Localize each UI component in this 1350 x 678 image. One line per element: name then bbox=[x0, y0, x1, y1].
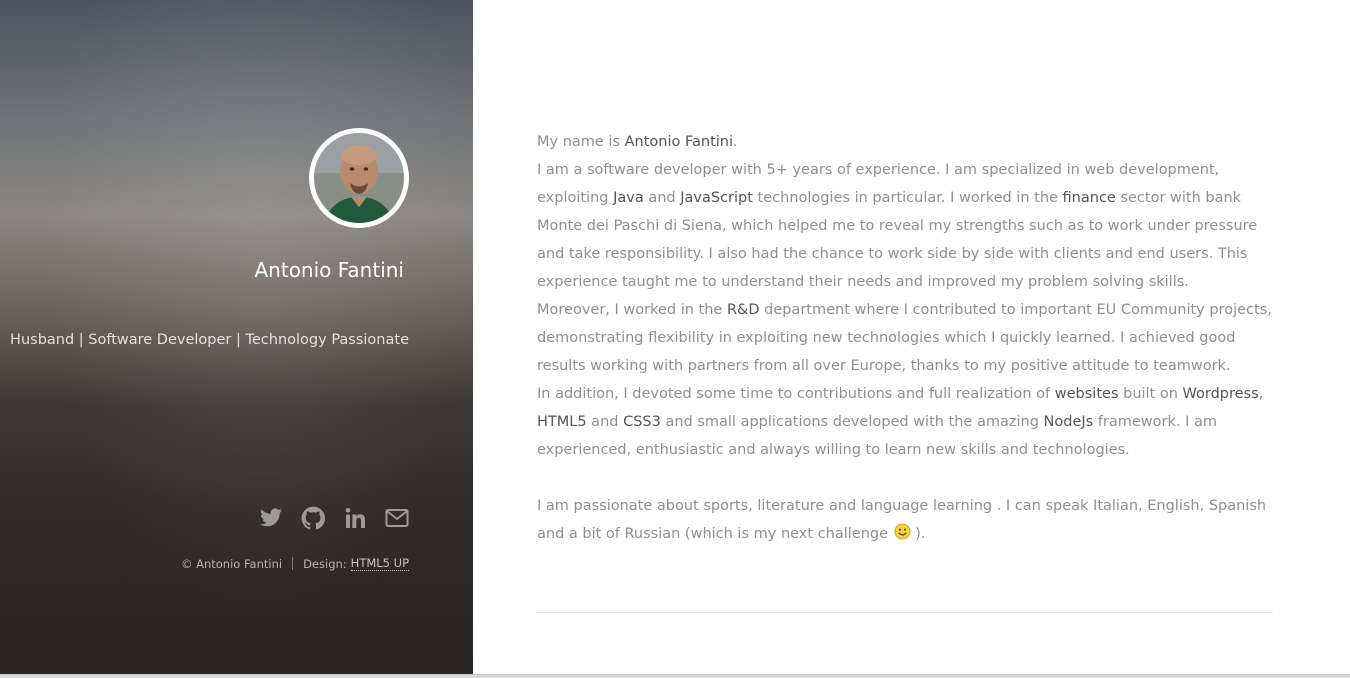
bio-highlight-css3: CSS3 bbox=[623, 414, 661, 430]
bio-text: My name is bbox=[537, 134, 625, 150]
bio-highlight-name: Antonio Fantini bbox=[624, 134, 734, 150]
bio-text: and bbox=[586, 414, 624, 430]
bio-text: . bbox=[733, 134, 738, 150]
linkedin-icon[interactable] bbox=[343, 506, 367, 530]
github-icon[interactable] bbox=[301, 506, 325, 530]
bio-paragraph-intro: My name is Antonio Fantini. bbox=[537, 128, 1273, 156]
bio-highlight-finance: finance bbox=[1062, 190, 1116, 206]
bio-text: Moreover, I worked in the bbox=[537, 302, 727, 318]
bio-text: ). bbox=[910, 526, 926, 542]
bio-text: technologies in particular. I worked in … bbox=[752, 190, 1063, 206]
bio-highlight-java: Java bbox=[613, 190, 644, 206]
sidebar: Antonio Fantini Husband | Software Devel… bbox=[0, 0, 473, 674]
window-bottom-edge bbox=[0, 674, 1350, 678]
profile-tagline: Husband | Software Developer | Technolog… bbox=[10, 332, 409, 348]
bio-paragraph-research: Moreover, I worked in the R&D department… bbox=[537, 296, 1273, 380]
smiley-face-icon bbox=[894, 523, 911, 540]
avatar bbox=[309, 128, 409, 228]
footer-credits: © Antonio Fantini Design: HTML5 UP bbox=[181, 556, 409, 571]
bio-text: built on bbox=[1118, 386, 1183, 402]
bio-highlight-nodejs: NodeJs bbox=[1043, 414, 1094, 430]
design-link[interactable]: HTML5 UP bbox=[350, 556, 409, 571]
twitter-icon[interactable] bbox=[259, 506, 283, 530]
social-links bbox=[259, 506, 409, 530]
bio-paragraph-hobbies: I am passionate about sports, literature… bbox=[537, 492, 1273, 548]
bio-text: , bbox=[1258, 386, 1264, 402]
bio-paragraph-experience: I am a software developer with 5+ years … bbox=[537, 156, 1273, 296]
bio-text: In addition, I devoted some time to cont… bbox=[537, 386, 1055, 402]
bio-text: and small applications developed with th… bbox=[660, 414, 1044, 430]
copyright-text: © Antonio Fantini bbox=[180, 556, 283, 571]
bio-highlight-websites: websites bbox=[1054, 386, 1119, 402]
content-divider bbox=[537, 612, 1273, 613]
bio-highlight-wordpress: Wordpress bbox=[1182, 386, 1259, 402]
design-label: Design: bbox=[303, 556, 347, 571]
bio-text: and bbox=[643, 190, 681, 206]
bio-highlight-rd: R&D bbox=[726, 302, 760, 318]
credits-divider bbox=[292, 557, 294, 570]
bio-highlight-html5: HTML5 bbox=[537, 414, 587, 430]
bio-paragraph-websites: In addition, I devoted some time to cont… bbox=[537, 380, 1273, 464]
profile-name: Antonio Fantini bbox=[254, 258, 405, 282]
bio-highlight-javascript: JavaScript bbox=[680, 190, 753, 206]
about-content: My name is Antonio Fantini. I am a softw… bbox=[537, 128, 1273, 548]
envelope-icon[interactable] bbox=[385, 506, 409, 530]
avatar-photo bbox=[314, 133, 404, 223]
